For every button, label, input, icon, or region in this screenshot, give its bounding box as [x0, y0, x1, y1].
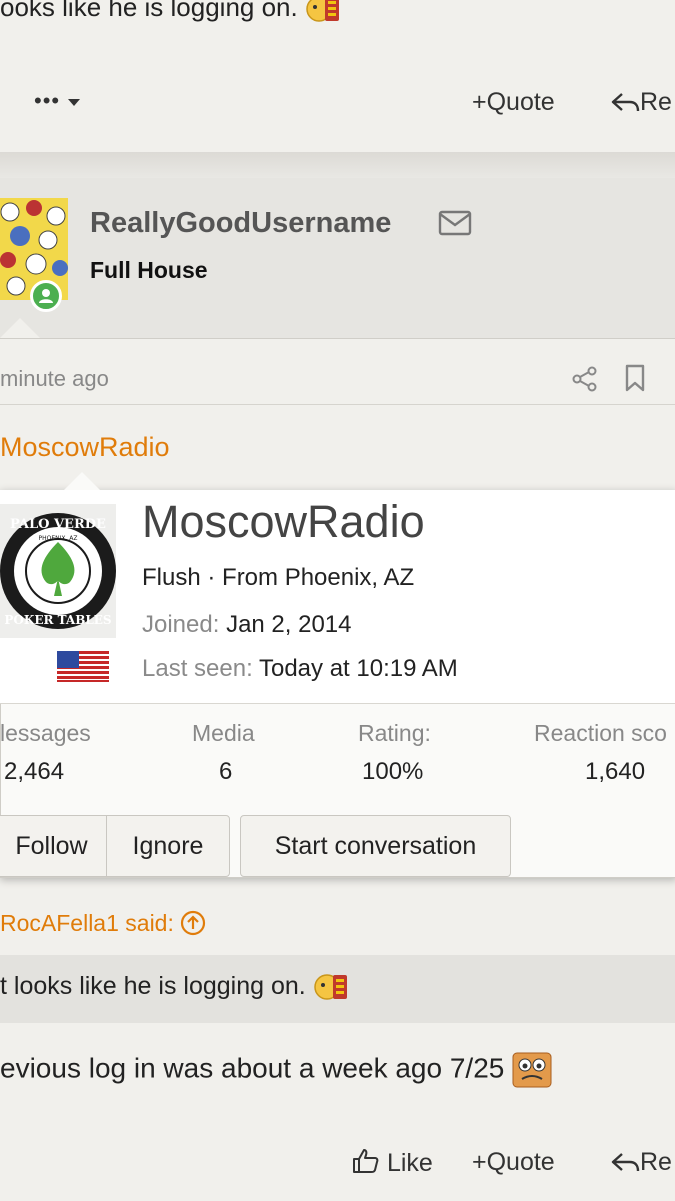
logging-on-emoji-icon	[305, 0, 341, 24]
like-button[interactable]: Like	[352, 1148, 433, 1178]
reply-arrow-icon	[611, 1153, 640, 1172]
follow-button[interactable]: Follow	[0, 815, 108, 877]
stat-media-label: Media	[192, 720, 255, 746]
stat-reaction-value[interactable]: 1,640	[585, 758, 645, 786]
previous-post-text: ooks like he is logging on.	[0, 0, 341, 24]
more-options-button[interactable]: •••	[34, 88, 81, 114]
stat-reaction-label: Reaction sco	[534, 720, 667, 746]
post-timestamp[interactable]: minute ago	[0, 366, 109, 392]
bookmark-icon[interactable]	[624, 364, 646, 397]
stat-messages-value[interactable]: 2,464	[4, 758, 64, 786]
quote-button-top[interactable]: +Quote	[472, 88, 555, 117]
mail-icon[interactable]	[438, 210, 472, 241]
stat-rating-label: Rating:	[358, 720, 431, 746]
quote-text: t looks like he is logging on.	[0, 972, 349, 1002]
share-icon[interactable]	[572, 366, 598, 397]
quoted-author-link[interactable]: MoscowRadio	[0, 432, 170, 463]
member-joined: Joined: Jan 2, 2014	[142, 611, 352, 639]
member-avatar[interactable]: PALO VERDE PHOENIX, AZ POKER TABLES	[0, 504, 116, 638]
online-status-icon	[30, 280, 62, 312]
quote-button[interactable]: +Quote	[472, 1148, 555, 1177]
reply-button[interactable]: Re	[610, 1148, 672, 1177]
last-seen-value: Today at 10:19 AM	[258, 655, 458, 682]
post-username[interactable]: ReallyGoodUsername	[90, 207, 391, 240]
quote-attribution[interactable]: RocAFella1 said:	[0, 910, 206, 937]
stat-media-value[interactable]: 6	[219, 758, 232, 786]
member-last-seen: Last seen: Today at 10:19 AM	[142, 655, 458, 683]
reply-button-top[interactable]: Re	[610, 88, 672, 117]
stat-messages-label: lessages	[0, 720, 91, 746]
joined-label: Joined:	[142, 611, 220, 638]
joined-value: Jan 2, 2014	[226, 611, 352, 638]
last-seen-label: Last seen:	[142, 655, 253, 682]
member-name[interactable]: MoscowRadio	[142, 496, 425, 548]
logging-on-emoji-icon	[313, 972, 349, 1002]
ignore-button[interactable]: Ignore	[106, 815, 230, 877]
post-header-arrow	[0, 318, 40, 338]
chevron-down-icon	[68, 99, 81, 106]
post-body-text: evious log in was about a week ago 7/25	[0, 1052, 552, 1088]
plus-icon: +	[472, 88, 487, 116]
divider	[0, 404, 675, 405]
user-title: Full House	[90, 257, 208, 283]
location-prefix: From	[222, 564, 279, 591]
member-rank: Flush	[142, 564, 201, 591]
reply-arrow-icon	[611, 93, 640, 112]
us-flag-icon	[57, 651, 109, 682]
member-rank-location: Flush · From Phoenix, AZ	[142, 564, 415, 591]
member-location[interactable]: Phoenix, AZ	[285, 564, 414, 591]
logo-text-bottom: POKER TABLES	[4, 613, 111, 627]
logo-text-top: PALO VERDE	[10, 517, 106, 532]
tooltip-arrow	[64, 472, 100, 490]
start-conversation-button[interactable]: Start conversation	[240, 815, 511, 877]
thumbs-up-icon	[353, 1149, 379, 1173]
arrow-up-circle-icon[interactable]	[180, 910, 206, 936]
worried-face-emoji-icon	[512, 1052, 552, 1088]
post-separator	[0, 152, 675, 178]
logo-text-mid: PHOENIX, AZ	[38, 535, 77, 542]
plus-icon: +	[472, 1148, 487, 1176]
stat-rating-value[interactable]: 100%	[362, 758, 423, 786]
